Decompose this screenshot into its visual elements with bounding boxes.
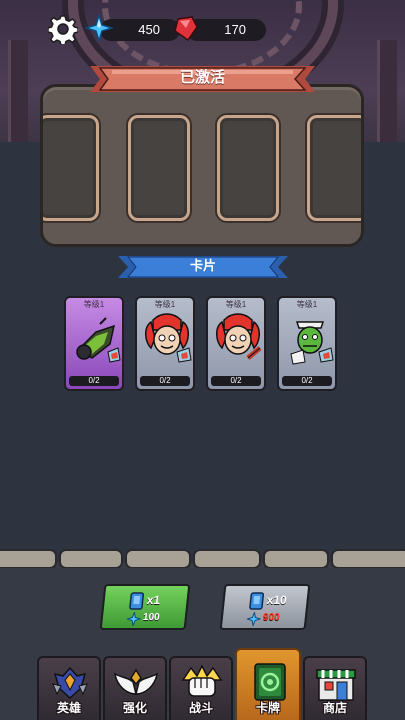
red-hair-jester-hero-icon [216,313,262,360]
hero-card[interactable]: 等级1 0/2 [277,296,337,391]
red-ruby-icon [174,16,198,42]
card-count: 0/2 [88,376,100,385]
card-icon [129,592,145,610]
shop-icon [316,669,356,701]
card-icon [249,592,265,610]
draw-one-button[interactable]: x1 100 [99,584,191,630]
tab-cards[interactable]: 卡牌 [235,648,301,720]
empty-card-slot[interactable] [43,115,99,221]
card-count: 0/2 [230,376,242,385]
card-level: 等级1 [296,300,318,309]
empty-card-slot[interactable] [307,115,361,221]
tab-label: 商店 [322,701,347,715]
draw-ten-button[interactable]: x10 900 [219,584,311,630]
blue-gem-icon [126,612,142,626]
card-count: 0/2 [301,376,313,385]
empty-card-slot[interactable] [128,115,190,221]
red-hair-jester-hero-icon [145,313,192,363]
green-blaster-hero-icon [76,317,121,363]
blue-gem-icon [85,14,113,42]
tab-shop[interactable]: 商店 [303,656,367,720]
activated-title: 已激活 [179,69,225,86]
cards-title: 卡片 [189,258,216,273]
draw-one-multiplier: x1 [146,593,161,607]
hero-icon [52,666,88,700]
card-deck-icon [254,663,286,701]
tab-battle[interactable]: 战斗 [169,656,233,720]
right-pillar [377,40,397,150]
fist-icon [181,664,223,697]
card-count: 0/2 [159,376,171,385]
tab-label: 英雄 [56,701,81,715]
tab-label: 战斗 [188,701,213,715]
activated-panel [40,84,364,247]
hero-card[interactable]: 等级1 0/2 [135,296,195,391]
card-progress-bar: 0/2 [211,376,261,386]
wings-icon [114,668,158,695]
draw-ten-multiplier: x10 [266,593,288,607]
tab-label: 卡牌 [255,701,280,715]
left-pillar [8,40,28,150]
empty-card-slot[interactable] [217,115,279,221]
tab-upgrade[interactable]: 强化 [103,656,167,720]
card-progress-bar: 0/2 [282,376,332,386]
tab-label: 强化 [122,701,147,715]
blue-gem-icon [246,612,262,626]
card-level: 等级1 [225,300,247,309]
gear-icon[interactable] [48,14,78,44]
card-level: 等级1 [154,300,176,309]
green-orc-hero-icon [290,321,334,365]
draw-one-price: 100 [142,612,161,623]
draw-ten-price: 900 [262,612,281,623]
tab-heroes[interactable]: 英雄 [37,656,101,720]
card-progress-bar: 0/2 [140,376,190,386]
card-progress-bar: 0/2 [69,376,119,386]
card-level: 等级1 [83,300,105,309]
hero-card[interactable]: 等级1 0/2 [64,296,124,391]
hero-card[interactable]: 等级1 0/2 [206,296,266,391]
